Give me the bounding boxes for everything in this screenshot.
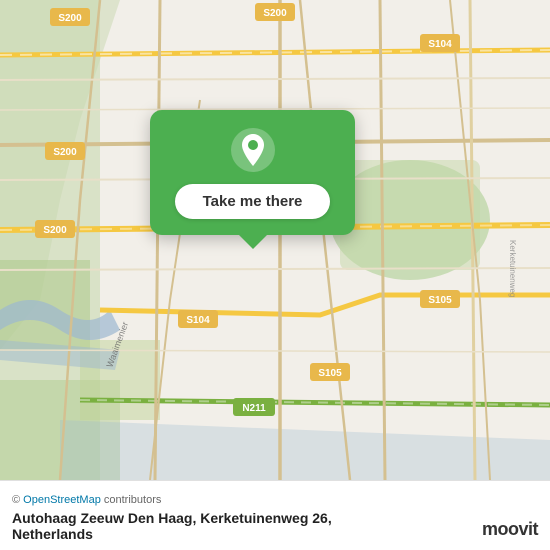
location-country: Netherlands (12, 526, 93, 542)
location-pin-icon (231, 128, 275, 172)
moovit-name: moovit (482, 519, 538, 540)
location-popup: Take me there (150, 110, 355, 235)
take-me-there-button[interactable]: Take me there (175, 184, 331, 219)
svg-text:S200: S200 (53, 147, 77, 158)
map-svg: S200 S200 S200 S200 S104 S104 S105 S105 … (0, 0, 550, 480)
svg-text:S200: S200 (43, 225, 67, 236)
copyright-symbol: © (12, 494, 20, 506)
osm-contributors: contributors (104, 494, 161, 506)
svg-text:S200: S200 (263, 8, 287, 19)
svg-text:S105: S105 (428, 295, 452, 306)
location-title: Autohaag Zeeuw Den Haag, Kerketuinenweg … (12, 510, 538, 542)
footer: © OpenStreetMap contributors Autohaag Ze… (0, 480, 550, 550)
svg-text:S200: S200 (58, 13, 82, 24)
osm-credit: © OpenStreetMap contributors (12, 494, 538, 506)
svg-text:S104: S104 (186, 315, 210, 326)
location-name: Autohaag Zeeuw Den Haag, Kerketuinenweg … (12, 510, 332, 526)
svg-text:N211: N211 (242, 403, 266, 414)
svg-text:Kerketuinenweg: Kerketuinenweg (508, 240, 517, 297)
osm-link[interactable]: OpenStreetMap (23, 494, 101, 506)
svg-text:S105: S105 (318, 368, 342, 379)
svg-text:S104: S104 (428, 39, 452, 50)
moovit-logo: moovit (482, 519, 538, 540)
map-container: S200 S200 S200 S200 S104 S104 S105 S105 … (0, 0, 550, 480)
